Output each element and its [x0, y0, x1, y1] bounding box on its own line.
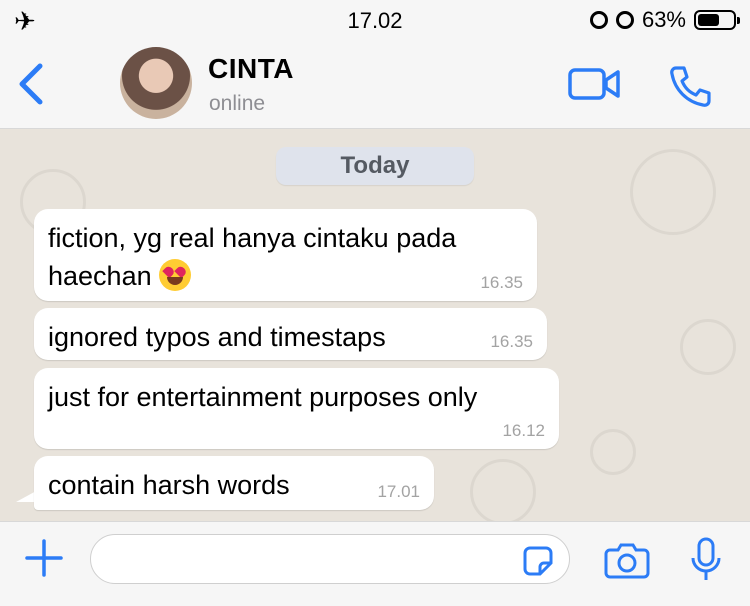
chat-header: CINTA online	[0, 40, 750, 129]
message-bubble[interactable]: just for entertainment purposes only 16.…	[34, 368, 559, 449]
input-bar	[0, 521, 750, 606]
wallpaper-doodle	[470, 459, 536, 521]
contact-name[interactable]: CINTA	[208, 53, 294, 85]
wallpaper-doodle	[590, 429, 636, 475]
contact-presence: online	[209, 92, 266, 115]
message-text: ignored typos and timestaps	[48, 322, 386, 352]
plus-icon[interactable]	[24, 538, 64, 578]
message-input[interactable]	[90, 534, 570, 584]
microphone-icon[interactable]	[690, 536, 722, 584]
message-text: contain harsh words	[48, 470, 290, 500]
message-time: 16.35	[490, 332, 533, 351]
battery-percent: 63%	[641, 7, 686, 32]
battery-icon	[694, 10, 740, 30]
date-separator: Today	[276, 147, 474, 185]
status-bar: ✈ 17.02 63%	[0, 0, 750, 40]
status-right-group: 63%	[589, 7, 740, 33]
phone-call-icon[interactable]	[668, 64, 712, 108]
video-call-icon[interactable]	[568, 68, 620, 100]
rotation-lock-icon	[615, 11, 634, 29]
back-chevron-icon[interactable]	[16, 62, 46, 106]
message-bubble[interactable]: ignored typos and timestaps 16.35	[34, 308, 547, 360]
wallpaper-doodle	[630, 149, 716, 235]
message-time: 16.12	[502, 421, 545, 440]
alarm-icon	[589, 11, 608, 29]
message-time: 16.35	[480, 273, 523, 292]
heart-eyes-emoji-icon	[159, 259, 192, 291]
message-text: fiction, yg real hanya cintaku pada haec…	[48, 223, 457, 291]
message-time: 17.01	[377, 482, 420, 501]
contact-avatar[interactable]	[120, 47, 192, 119]
message-bubble[interactable]: contain harsh words 17.01	[34, 456, 434, 510]
message-bubble[interactable]: fiction, yg real hanya cintaku pada haec…	[34, 209, 537, 301]
chat-area[interactable]: Today fiction, yg real hanya cintaku pad…	[0, 129, 750, 521]
sticker-icon[interactable]	[522, 545, 554, 577]
message-text: just for entertainment purposes only	[48, 382, 478, 412]
wallpaper-doodle	[680, 319, 736, 375]
battery-fill	[698, 14, 720, 26]
camera-icon[interactable]	[604, 540, 650, 580]
